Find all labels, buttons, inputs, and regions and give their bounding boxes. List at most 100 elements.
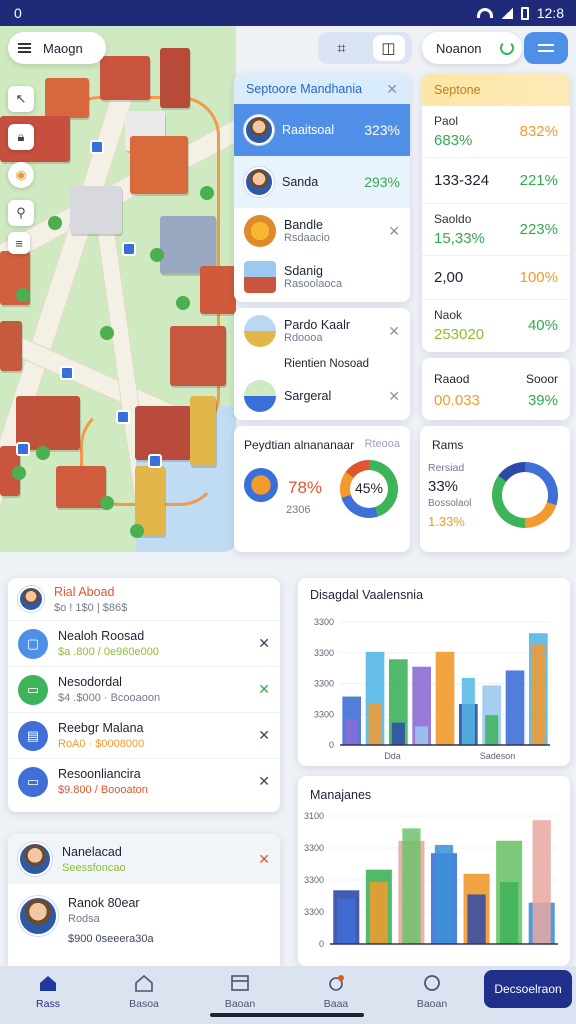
message-icon: ▭ — [18, 766, 48, 797]
list-item[interactable]: ▢ Nealoh Roosad $a .800 / 0e960e000 ✕ — [8, 620, 280, 666]
item-title: Nesodordal — [58, 675, 122, 689]
remove-icon[interactable]: ✕ — [258, 681, 270, 698]
building-thumb — [244, 261, 276, 293]
transactions-list: Rial Aboad $o ! 1$0 | $86$ ▢ Nealoh Roos… — [8, 578, 280, 812]
map-view-icon[interactable]: ◫ — [372, 35, 405, 61]
bar — [368, 704, 382, 745]
nav-profile[interactable]: Baoan — [384, 966, 480, 1010]
person-row[interactable]: Ranok 80ear Rodsa $900 0seeera30a — [8, 884, 280, 957]
home-indicator[interactable] — [210, 1013, 364, 1017]
stats-title: Septone — [434, 83, 481, 97]
remove-icon[interactable]: ✕ — [258, 773, 270, 790]
signal-icon — [500, 7, 513, 19]
contact-row[interactable]: Sdanig Rasoolaoca — [234, 254, 410, 300]
bar — [505, 670, 525, 745]
contact-row[interactable]: Bandle Rsdaacio ✕ — [234, 208, 410, 254]
place-row[interactable]: Pardo Kaalr Rdoooa ✕ — [234, 308, 410, 354]
nav-alerts[interactable]: Baaa — [288, 966, 384, 1010]
place-row[interactable]: Rientien Nosoad — [234, 354, 410, 374]
name-pill[interactable]: Noanon — [422, 32, 522, 64]
nav-cta-button[interactable]: Decsoelraon — [484, 970, 572, 1008]
people-sub: Seessfoncao — [62, 861, 126, 874]
list-item[interactable]: ▤ Reebgr Malana RoA0 · $0008000 ✕ — [8, 712, 280, 758]
nav-label: Baoan — [416, 998, 448, 1010]
stat-value: 221% — [519, 172, 558, 189]
pin-icon[interactable]: ⚲ — [8, 200, 34, 226]
stat-label: Saoldo — [434, 212, 472, 226]
list-header: Rial Aboad $o ! 1$0 | $86$ — [8, 578, 280, 620]
list-header-sub: $o ! 1$0 | $86$ — [54, 601, 128, 614]
remove-icon[interactable]: ✕ — [258, 635, 270, 652]
stat-row: Naok 253020 40% — [422, 300, 570, 350]
y-tick-label: 3300 — [314, 648, 334, 658]
y-tick-label: 3300 — [304, 875, 324, 885]
contact-row[interactable]: Raaitsoal 323% — [234, 104, 410, 156]
bar — [434, 844, 454, 944]
list-item[interactable]: ▭ Resoonliancira $9.800 / Boooaton ✕ — [8, 758, 280, 804]
x-tick-label: Dda — [384, 751, 401, 761]
close-icon[interactable]: ✕ — [258, 851, 270, 868]
person-note: $900 0seeera30a — [68, 933, 154, 945]
lock-icon[interactable]: 🔒︎ — [8, 124, 34, 150]
remove-icon[interactable]: ✕ — [388, 323, 400, 340]
person-sub: Rodsa — [68, 913, 100, 925]
donut-panel: Peydtian alnananaar Rteooa 78% 2306 45% — [234, 426, 410, 552]
people-header: Nanelacad Seessfoncao ✕ — [8, 834, 280, 884]
nav-home[interactable]: Rass — [0, 966, 96, 1010]
contact-value: 323% — [364, 122, 400, 138]
list-item[interactable]: ▭ Nesodordal $4 .$000 · Bcooaoon ✕ — [8, 666, 280, 712]
close-icon[interactable]: ✕ — [386, 81, 398, 98]
menu-button[interactable] — [524, 32, 568, 64]
y-tick-label: 0 — [329, 740, 334, 750]
nav-label: Baaa — [323, 998, 349, 1010]
bell-icon — [329, 975, 344, 991]
city-map[interactable] — [0, 26, 236, 552]
rates-title: Rams — [432, 438, 464, 452]
remove-icon[interactable]: ✕ — [388, 223, 400, 240]
x-tick-label: Sadeson — [480, 751, 516, 761]
person-name: Ranok 80ear — [68, 896, 140, 910]
view-toggle: ⌗ ◫ — [318, 32, 412, 64]
item-sub: $9.800 / Boooaton — [58, 784, 148, 796]
contacts-panel: Septoore Mandhania ✕ Raaitsoal 323% Sand… — [234, 74, 410, 302]
nav-reports[interactable]: Baoan — [192, 966, 288, 1010]
rates-donut-chart — [492, 462, 558, 528]
remove-icon[interactable]: ✕ — [388, 388, 400, 405]
avatar — [18, 896, 58, 936]
item-sub: $4 .$000 · Bcooaoon — [58, 692, 161, 704]
rates-label: Rersiad — [428, 462, 465, 474]
stat-value: 40% — [527, 316, 558, 334]
stat-value: 15,33% — [434, 230, 485, 247]
item-sub: $a .800 / 0e960e000 — [58, 646, 159, 658]
grid-view-icon[interactable]: ⌗ — [326, 35, 358, 61]
navigate-icon[interactable]: ↖ — [8, 86, 34, 112]
item-title: Nealoh Roosad — [58, 629, 145, 643]
chart-card-2: Manajanes 3100 3300 3300 3300 0 — [298, 776, 570, 966]
contact-row[interactable]: Sanda 293% — [234, 156, 410, 208]
list-header-title: Rial Aboad — [54, 584, 115, 599]
y-tick-label: 3300 — [314, 709, 334, 719]
contact-value: 293% — [364, 174, 400, 190]
stat-label: Paol — [434, 114, 459, 128]
rates-value: 1.33% — [428, 514, 465, 529]
avatar — [18, 586, 44, 612]
search-pill[interactable]: Maogn — [8, 32, 106, 64]
nav-explore[interactable]: Basoa — [96, 966, 192, 1010]
bar — [369, 882, 388, 944]
nav-label: Baoan — [224, 998, 256, 1010]
place-name: Rientien Nosoad — [284, 358, 370, 370]
rates-panel: Rams Rersiad 33% Bossolaol 1.33% — [420, 426, 570, 552]
refresh-icon[interactable] — [500, 41, 514, 55]
location-icon[interactable]: ◉ — [8, 162, 34, 188]
place-sub: Rdoooa — [284, 332, 323, 344]
avatar — [244, 115, 274, 145]
avatar — [244, 167, 274, 197]
remove-icon[interactable]: ✕ — [258, 727, 270, 744]
menu-icon[interactable] — [18, 43, 31, 53]
nav-label: Basoa — [129, 998, 159, 1010]
contact-sub: Rasoolaoca — [284, 278, 343, 290]
layers-icon[interactable]: ≡ — [8, 232, 30, 254]
place-thumb — [244, 380, 276, 412]
people-title: Nanelacad — [62, 844, 122, 859]
place-row[interactable]: Sargeral ✕ — [234, 374, 410, 418]
